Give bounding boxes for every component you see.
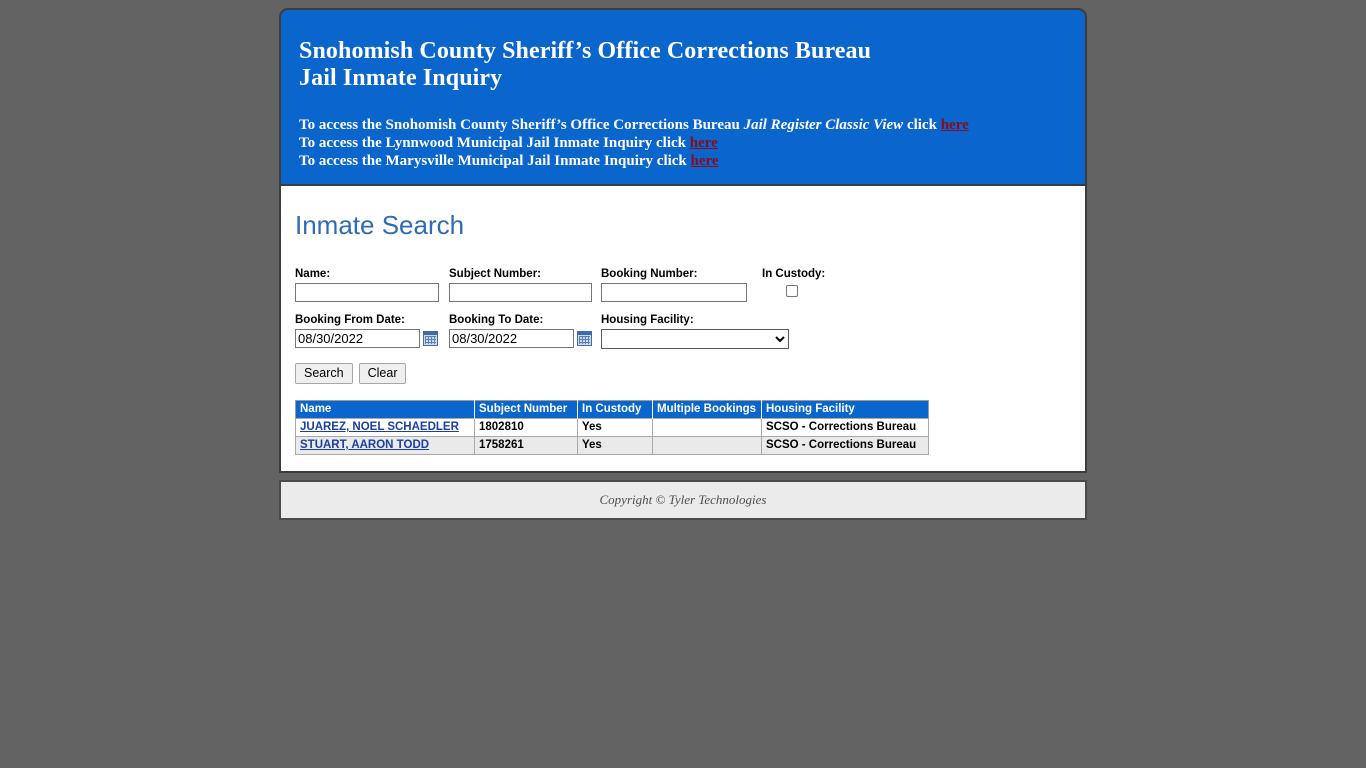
inmate-name-link[interactable]: STUART, AARON TODD (300, 439, 429, 451)
cell-name: STUART, AARON TODD (295, 436, 475, 455)
booking-from-date-input[interactable] (295, 329, 420, 348)
in-custody-checkbox[interactable] (786, 285, 798, 297)
site-banner: Snohomish County Sheriff’s Office Correc… (279, 8, 1087, 186)
page-footer: Copyright © Tyler Technologies (279, 480, 1087, 520)
search-results-table: Name Subject Number In Custody Multiple … (295, 400, 929, 455)
name-input[interactable] (295, 283, 439, 302)
booking-number-input[interactable] (601, 283, 747, 302)
page-title-line2: Jail Inmate Inquiry (299, 65, 503, 91)
housing-facility-group: Housing Facility: (601, 313, 801, 349)
booking-to-date-wrap (449, 329, 601, 348)
calendar-icon[interactable] (423, 331, 438, 346)
in-custody-field-group: In Custody: (757, 267, 837, 297)
clear-button[interactable]: Clear (358, 363, 407, 384)
results-table-body: JUAREZ, NOEL SCHAEDLER 1802810 Yes SCSO … (295, 418, 929, 455)
name-label: Name: (295, 268, 331, 280)
cell-multiple-bookings (652, 436, 762, 455)
calendar-icon[interactable] (577, 331, 592, 346)
booking-from-date-group: Booking From Date: (295, 313, 449, 348)
classic-view-italic: Jail Register Classic View (743, 117, 904, 133)
column-header-in-custody[interactable]: In Custody (577, 400, 653, 419)
banner-link-list: To access the Snohomish County Sheriff’s… (299, 116, 1067, 170)
column-header-housing-facility[interactable]: Housing Facility (761, 400, 929, 419)
marysville-text: To access the Marysville Municipal Jail … (299, 153, 691, 169)
booking-from-date-label: Booking From Date: (295, 314, 405, 326)
classic-view-here-link[interactable]: here (941, 117, 969, 133)
housing-facility-label: Housing Facility: (601, 314, 694, 326)
inmate-name-link[interactable]: JUAREZ, NOEL SCHAEDLER (300, 421, 459, 433)
results-header-row: Name Subject Number In Custody Multiple … (295, 400, 929, 419)
lynnwood-line: To access the Lynnwood Municipal Jail In… (299, 134, 1067, 152)
column-header-multiple-bookings[interactable]: Multiple Bookings (652, 400, 762, 419)
lynnwood-here-link[interactable]: here (690, 135, 718, 151)
housing-facility-select[interactable] (601, 329, 789, 349)
classic-view-text-pre: To access the Snohomish County Sheriff’s… (299, 117, 744, 133)
copyright-text: Copyright © Tyler Technologies (599, 492, 767, 507)
cell-in-custody: Yes (577, 436, 653, 455)
marysville-here-link[interactable]: here (691, 153, 719, 169)
subject-number-field-group: Subject Number: (449, 267, 601, 302)
subject-number-input[interactable] (449, 283, 592, 302)
booking-to-date-label: Booking To Date: (449, 314, 544, 326)
search-button[interactable]: Search (295, 363, 353, 384)
booking-from-date-wrap (295, 329, 449, 348)
booking-to-date-group: Booking To Date: (449, 313, 601, 348)
cell-in-custody: Yes (577, 418, 653, 437)
booking-number-field-group: Booking Number: (601, 267, 757, 302)
page-title: Snohomish County Sheriff’s Office Correc… (299, 38, 1067, 92)
search-form-row-1: Name: Subject Number: Booking Number: In… (295, 267, 1071, 302)
results-table-head: Name Subject Number In Custody Multiple … (295, 400, 929, 419)
search-form-row-2: Booking From Date: Booking To Date: Hous… (295, 313, 1071, 349)
name-field-group: Name: (295, 267, 449, 302)
table-row: JUAREZ, NOEL SCHAEDLER 1802810 Yes SCSO … (295, 418, 929, 437)
section-title: Inmate Search (295, 210, 465, 240)
cell-multiple-bookings (652, 418, 762, 437)
subject-number-label: Subject Number: (449, 268, 542, 280)
cell-subject-number: 1758261 (474, 436, 578, 455)
column-header-subject-number[interactable]: Subject Number (474, 400, 578, 419)
cell-housing-facility: SCSO - Corrections Bureau (761, 418, 929, 437)
inmate-search-form: Name: Subject Number: Booking Number: In… (295, 267, 1071, 384)
cell-name: JUAREZ, NOEL SCHAEDLER (295, 418, 475, 437)
form-button-row: Search Clear (295, 363, 1071, 384)
marysville-line: To access the Marysville Municipal Jail … (299, 152, 1067, 170)
table-row: STUART, AARON TODD 1758261 Yes SCSO - Co… (295, 436, 929, 455)
main-content-panel: Inmate Search Name: Subject Number: Book… (279, 186, 1087, 473)
in-custody-label: In Custody: (762, 268, 826, 280)
cell-subject-number: 1802810 (474, 418, 578, 437)
column-header-name[interactable]: Name (295, 400, 475, 419)
classic-view-line: To access the Snohomish County Sheriff’s… (299, 116, 1067, 134)
cell-housing-facility: SCSO - Corrections Bureau (761, 436, 929, 455)
booking-to-date-input[interactable] (449, 329, 574, 348)
page-container: Snohomish County Sheriff’s Office Correc… (279, 8, 1087, 520)
booking-number-label: Booking Number: (601, 268, 698, 280)
lynnwood-text: To access the Lynnwood Municipal Jail In… (299, 135, 690, 151)
page-title-line1: Snohomish County Sheriff’s Office Correc… (299, 38, 872, 64)
classic-view-text-mid: click (903, 117, 941, 133)
